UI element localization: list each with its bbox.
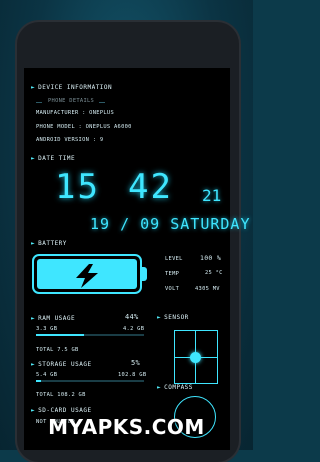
arrow-icon: ► — [157, 384, 162, 391]
battery-volt-label: VOLT — [165, 286, 180, 292]
watermark: MYAPKS.COM — [48, 415, 205, 439]
storage-used: 5.4 GB — [36, 372, 58, 378]
battery-header: ► BATTERY — [31, 240, 67, 247]
battery-tip — [142, 267, 147, 281]
ram-total: TOTAL 7.5 GB — [36, 347, 79, 353]
manufacturer-text: MANUFACTURER : ONEPLUS — [36, 110, 114, 116]
compass-header: ► COMPASS — [157, 384, 193, 391]
arrow-icon: ► — [31, 407, 36, 414]
divider — [36, 102, 42, 103]
storage-usage-fill — [36, 380, 42, 382]
sd-card-header: ► SD-CARD USAGE — [31, 407, 92, 414]
battery-temp-value: 25 °C — [205, 270, 223, 276]
ram-usage-fill — [36, 334, 84, 336]
storage-usage-header: ► STORAGE USAGE — [31, 361, 92, 368]
date-time-header: ► DATE TIME — [31, 155, 76, 162]
arrow-icon: ► — [157, 314, 162, 321]
arrow-icon: ► — [31, 361, 36, 368]
battery-level-value: 100 % — [200, 254, 222, 262]
battery-level-label: LEVEL — [165, 256, 183, 262]
storage-percent: 5% — [131, 359, 141, 367]
ram-percent: 44% — [125, 313, 139, 321]
phone-model-text: PHONE MODEL : ONEPLUS A6000 — [36, 124, 132, 130]
ram-usage-bar — [36, 334, 144, 336]
sensor-level-box — [174, 330, 218, 384]
clock-second: 21 — [202, 186, 222, 205]
ram-free: 4.2 GB — [123, 326, 145, 332]
app-screen: ► DEVICE INFORMATION PHONE DETAILS MANUFA… — [24, 68, 250, 450]
ram-used: 3.3 GB — [36, 326, 58, 332]
clock-minute: 42 — [128, 167, 173, 207]
arrow-icon: ► — [31, 315, 36, 322]
phone-details-label: PHONE DETAILS — [48, 98, 95, 104]
arrow-icon: ► — [31, 155, 36, 162]
battery-temp-label: TEMP — [165, 271, 180, 277]
date-text: 19 / 09 SATURDAY — [90, 215, 251, 233]
divider — [99, 102, 105, 103]
ram-usage-header: ► RAM USAGE — [31, 315, 76, 322]
storage-usage-bar — [36, 380, 144, 382]
battery-volt-value: 4305 MV — [195, 286, 220, 292]
clock-hour: 15 — [55, 167, 100, 207]
storage-total: TOTAL 108.2 GB — [36, 392, 86, 398]
sensor-bubble — [190, 352, 201, 363]
lightning-icon — [76, 264, 98, 288]
storage-free: 102.8 GB — [118, 372, 147, 378]
arrow-icon: ► — [31, 240, 36, 247]
sensor-header: ► SENSOR — [157, 314, 189, 321]
android-version-text: ANDROID VERSION : 9 — [36, 137, 104, 143]
device-info-header: ► DEVICE INFORMATION — [31, 84, 113, 91]
arrow-icon: ► — [31, 84, 36, 91]
